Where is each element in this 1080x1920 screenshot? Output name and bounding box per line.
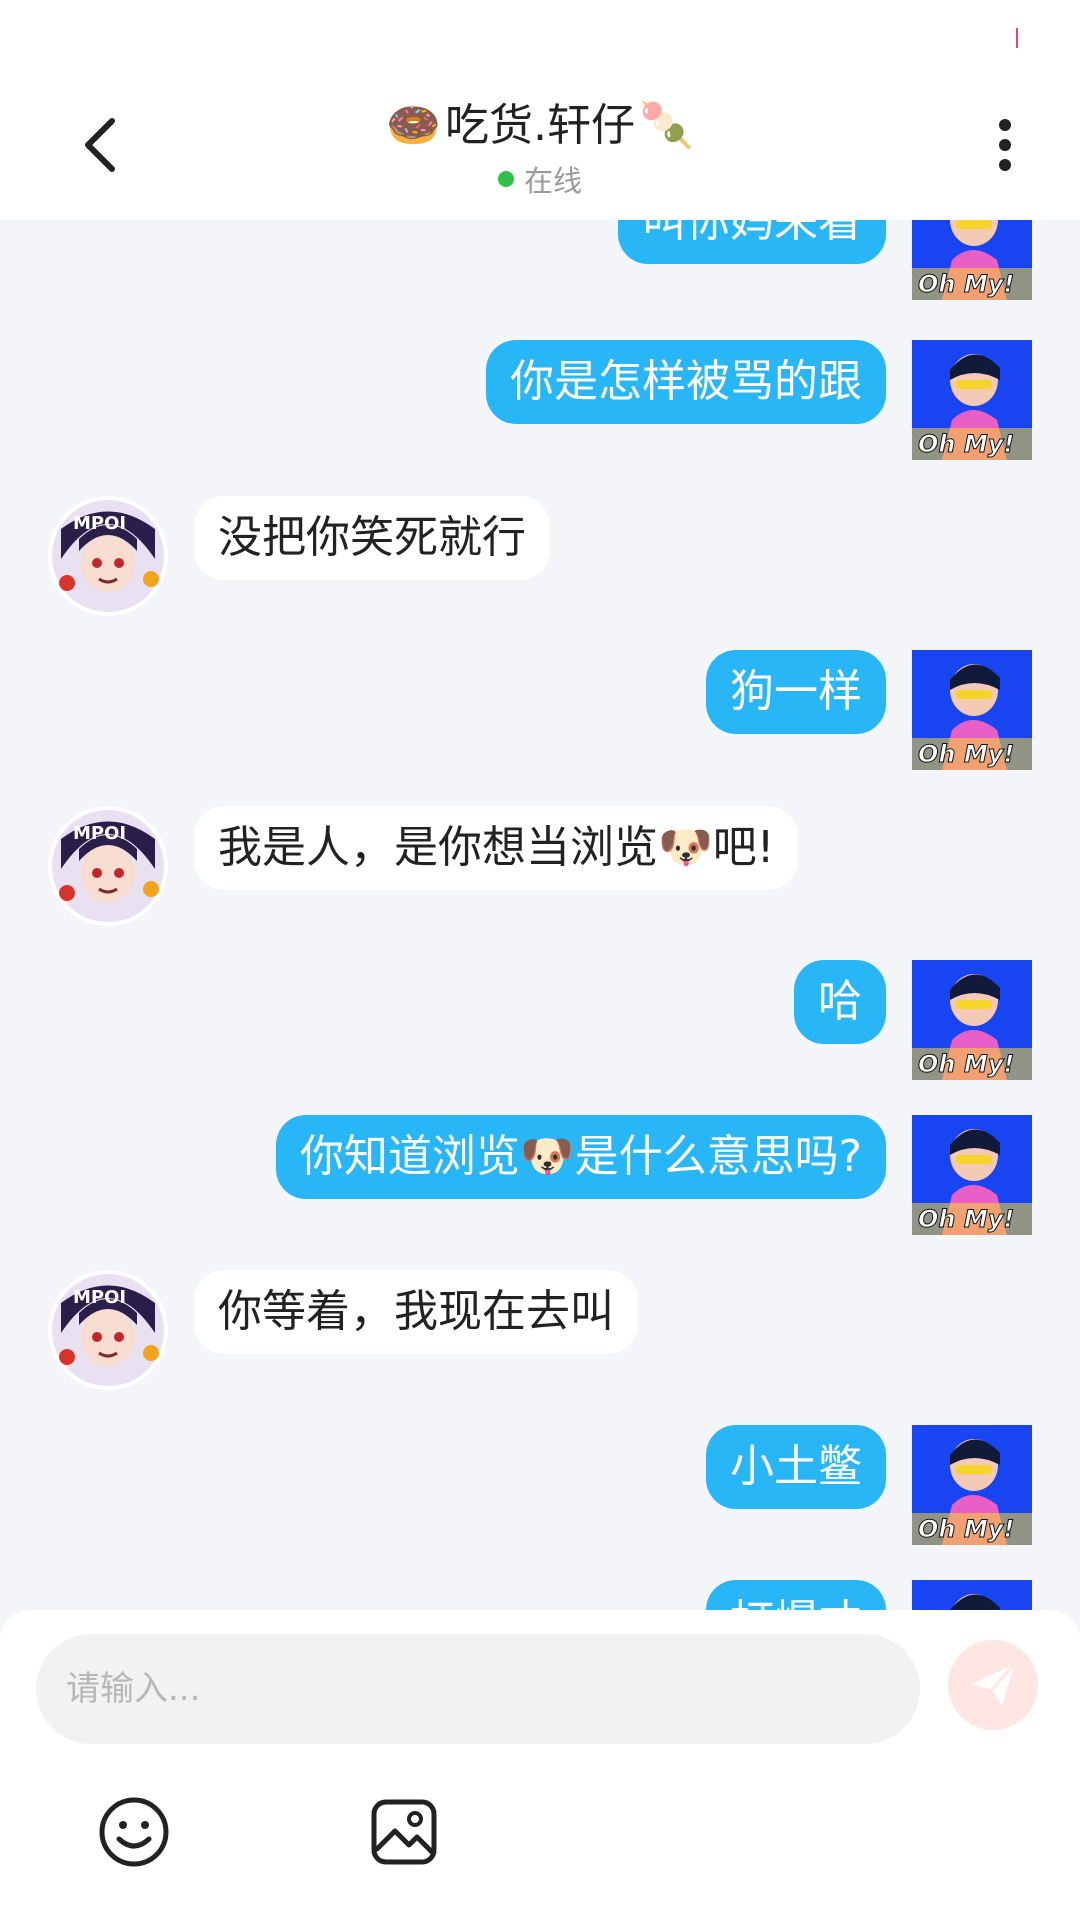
my-message-bubble[interactable]: 叫你妈来看	[618, 220, 886, 264]
my-message-bubble[interactable]: 打爆才	[706, 1580, 886, 1610]
dango-emoji: 🍡	[639, 100, 694, 151]
online-dot-icon	[497, 171, 514, 187]
message-input[interactable]	[36, 1634, 920, 1744]
contact-avatar[interactable]: MPOI	[48, 1270, 168, 1390]
my-avatar-image	[912, 1580, 1032, 1610]
my-avatar[interactable]: Oh My!	[912, 1425, 1032, 1545]
contact-message-bubble[interactable]: 你等着，我现在去叫	[194, 1270, 638, 1354]
contact-avatar-image: MPOI	[51, 809, 165, 923]
my-avatar-image: Oh My!	[912, 1425, 1032, 1545]
my-avatar-image: Oh My!	[912, 220, 1032, 300]
my-avatar[interactable]: Oh My!	[912, 340, 1032, 460]
contact-avatar[interactable]: MPOI	[48, 496, 168, 616]
send-button[interactable]	[948, 1640, 1038, 1730]
my-message-bubble[interactable]: 狗一样	[706, 650, 886, 734]
donut-emoji: 🍩	[386, 100, 441, 151]
chat-header: 🍩 吃货.轩仔 🍡 在线	[0, 70, 1080, 220]
my-avatar-image: Oh My!	[912, 1115, 1032, 1235]
composer-panel	[0, 1610, 1080, 1920]
chat-title-area: 🍩 吃货.轩仔 🍡 在线	[0, 98, 1080, 200]
contact-name: 吃货.轩仔	[445, 100, 635, 151]
my-avatar-image: Oh My!	[912, 340, 1032, 460]
my-avatar-image: Oh My!	[912, 960, 1032, 1080]
contact-avatar-image: MPOI	[51, 1273, 165, 1387]
contact-avatar[interactable]: MPOI	[48, 806, 168, 926]
chat-title: 🍩 吃货.轩仔 🍡	[386, 98, 694, 154]
contact-avatar-caption: MPOI	[73, 1287, 126, 1308]
online-status: 在线	[497, 158, 582, 200]
contact-message-bubble[interactable]: 没把你笑死就行	[194, 496, 550, 580]
my-avatar[interactable]: Oh My!	[912, 650, 1032, 770]
more-options-button[interactable]	[980, 110, 1030, 180]
image-button[interactable]	[364, 1792, 444, 1872]
contact-avatar-image: MPOI	[51, 499, 165, 613]
my-avatar-caption: Oh My!	[918, 1205, 1014, 1233]
more-vertical-icon	[999, 119, 1011, 171]
my-avatar-caption: Oh My!	[918, 430, 1014, 458]
my-avatar-caption: Oh My!	[918, 1515, 1014, 1543]
my-avatar[interactable]: Oh My!	[912, 220, 1032, 300]
my-avatar[interactable]	[912, 1580, 1032, 1610]
my-message-bubble[interactable]: 你知道浏览🐶是什么意思吗?	[275, 1115, 886, 1199]
status-indicator	[1016, 28, 1018, 48]
my-avatar-image: Oh My!	[912, 650, 1032, 770]
my-message-bubble[interactable]: 哈	[794, 960, 886, 1044]
my-avatar[interactable]: Oh My!	[912, 960, 1032, 1080]
contact-avatar-caption: MPOI	[73, 823, 126, 844]
my-message-bubble[interactable]: 小土鳖	[706, 1425, 886, 1509]
smiley-icon	[99, 1797, 169, 1867]
my-avatar[interactable]: Oh My!	[912, 1115, 1032, 1235]
online-status-text: 在线	[523, 164, 582, 198]
image-icon	[371, 1799, 437, 1865]
my-message-bubble[interactable]: 你是怎样被骂的跟	[486, 340, 886, 424]
contact-message-bubble[interactable]: 我是人，是你想当浏览🐶吧!	[194, 806, 799, 890]
my-avatar-caption: Oh My!	[918, 740, 1014, 768]
contact-avatar-caption: MPOI	[73, 513, 126, 534]
message-list[interactable]: 叫你妈来看 Oh My! 你是怎样被骂的跟 Oh My! MPOI 没把你笑死就…	[0, 220, 1080, 1610]
status-bar	[0, 0, 1080, 70]
emoji-button[interactable]	[94, 1792, 174, 1872]
my-avatar-caption: Oh My!	[918, 270, 1014, 298]
my-avatar-caption: Oh My!	[918, 1050, 1014, 1078]
send-icon	[972, 1663, 1016, 1706]
